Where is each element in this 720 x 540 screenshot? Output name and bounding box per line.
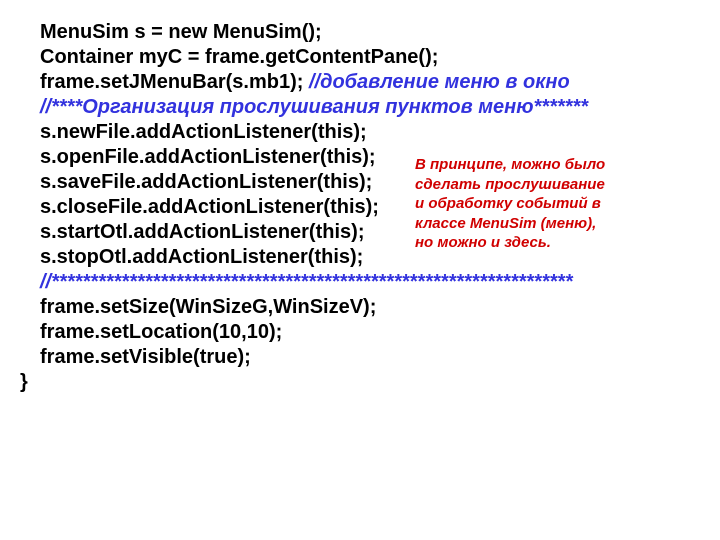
code-line-closebrace: } bbox=[20, 370, 680, 395]
note-line: В принципе, можно было bbox=[415, 155, 645, 175]
note-line: но можно и здесь. bbox=[415, 233, 645, 253]
comment-stars: ****************************************… bbox=[51, 271, 572, 293]
code-line: s.newFile.addActionListener(this); bbox=[40, 120, 680, 145]
code-text: frame.setJMenuBar(s.mb1); bbox=[40, 71, 309, 93]
comment-line: //****Организация прослушивания пунктов … bbox=[40, 95, 680, 120]
comment-text: //добавление меню в окно bbox=[309, 71, 570, 93]
code-line: frame.setSize(WinSizeG,WinSizeV); bbox=[40, 295, 680, 320]
note-line: и обработку событий в bbox=[415, 194, 645, 214]
code-line: MenuSim s = new MenuSim(); bbox=[40, 20, 680, 45]
side-note: В принципе, можно было сделать прослушив… bbox=[415, 155, 645, 253]
code-line: frame.setJMenuBar(s.mb1); //добавление м… bbox=[40, 70, 680, 95]
comment-slashes: // bbox=[40, 271, 51, 293]
note-line: сделать прослушивание bbox=[415, 175, 645, 195]
code-line: frame.setVisible(true); bbox=[40, 345, 680, 370]
code-line: Container myC = frame.getContentPane(); bbox=[40, 45, 680, 70]
code-line: frame.setLocation(10,10); bbox=[40, 320, 680, 345]
comment-line: //**************************************… bbox=[40, 270, 680, 295]
note-line: классе MenuSim (меню), bbox=[415, 214, 645, 234]
